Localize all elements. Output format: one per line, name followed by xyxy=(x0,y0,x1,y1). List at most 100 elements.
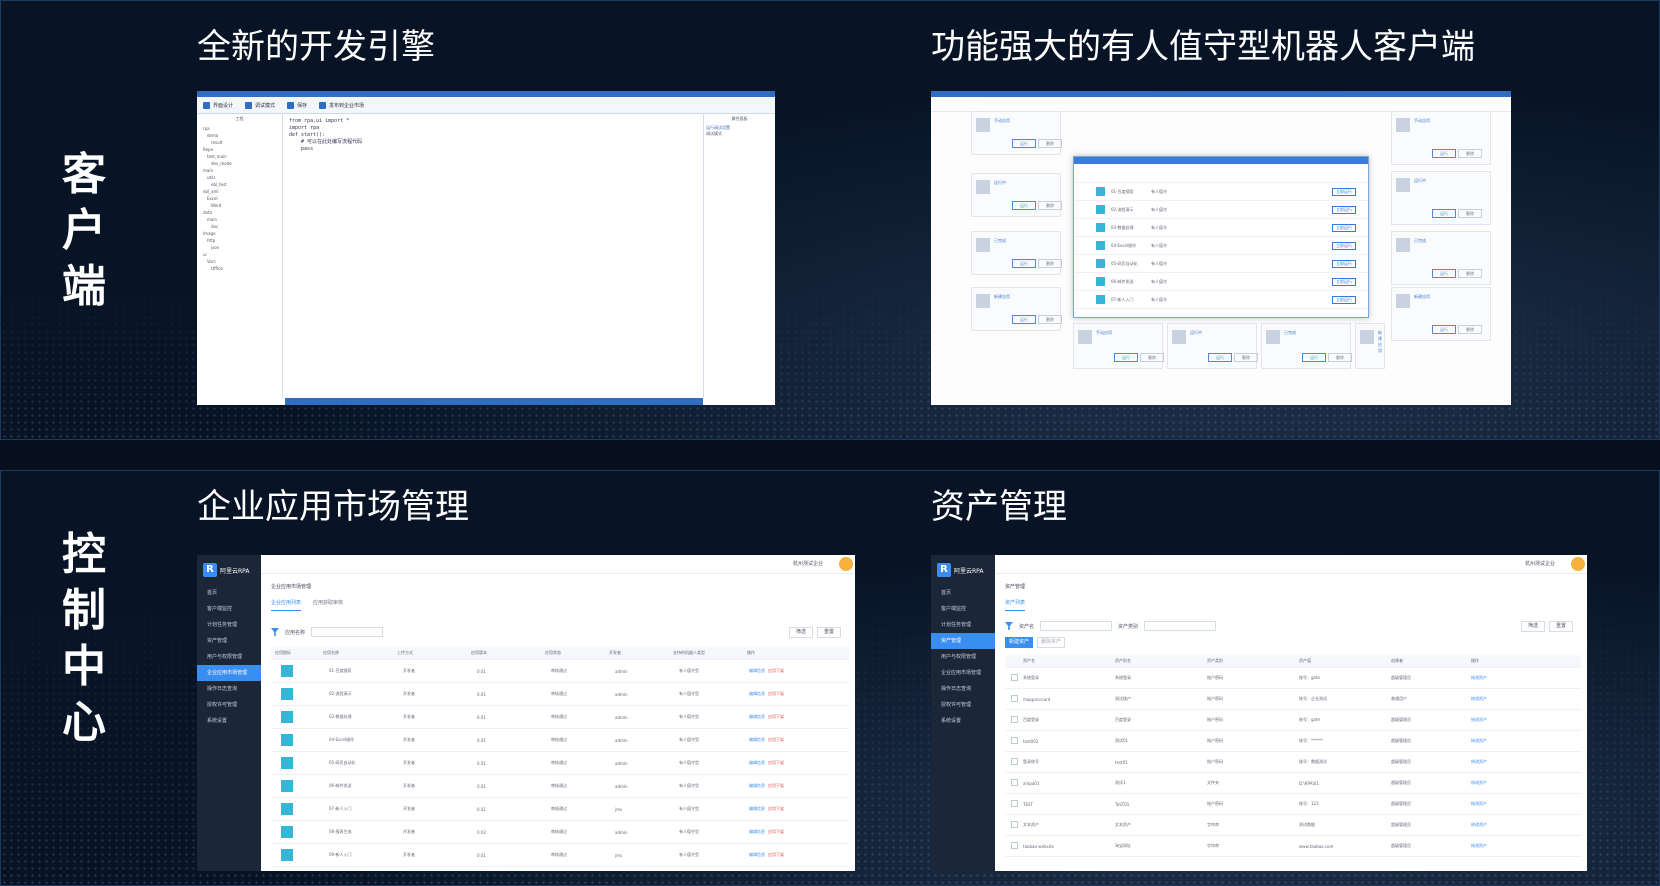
edit-asset-link[interactable]: 修改资产 xyxy=(1471,696,1531,702)
search-button[interactable]: 筛选 xyxy=(789,627,813,638)
sidebar-item[interactable]: 首页 xyxy=(197,585,261,601)
sidebar-item[interactable]: 操作日志查询 xyxy=(197,681,261,697)
card-run-button[interactable]: 运行 xyxy=(1432,269,1456,278)
card-run-button[interactable]: 运行 xyxy=(1012,201,1036,210)
robot-app-card[interactable]: 运行中 运行 删除 xyxy=(1391,171,1491,225)
edit-info-link[interactable]: 编辑信息 xyxy=(749,737,765,742)
robot-app-card[interactable]: 已完成 运行 删除 xyxy=(1391,231,1491,285)
card-delete-button[interactable]: 删除 xyxy=(1038,259,1062,268)
app-name-input[interactable] xyxy=(311,627,384,637)
edit-asset-link[interactable]: 修改资产 xyxy=(1471,780,1531,786)
tree-item[interactable]: result xyxy=(199,139,280,146)
edit-asset-link[interactable]: 修改资产 xyxy=(1471,843,1531,849)
sidebar-item[interactable]: 授权许可管理 xyxy=(197,697,261,713)
card-run-button[interactable]: 运行 xyxy=(1012,139,1036,148)
asset-type-input[interactable] xyxy=(1144,621,1217,631)
row-checkbox[interactable] xyxy=(1005,842,1023,850)
sidebar-item[interactable]: 操作日志查询 xyxy=(931,681,995,697)
run-now-button[interactable]: 立即运行 xyxy=(1332,205,1356,214)
row-checkbox[interactable] xyxy=(1005,758,1023,766)
card-run-button[interactable]: 运行 xyxy=(1114,353,1138,362)
sidebar-item[interactable]: 系统设置 xyxy=(931,713,995,729)
delist-link[interactable]: 应用下架 xyxy=(768,829,784,834)
tree-item[interactable]: main xyxy=(199,216,280,223)
row-checkbox[interactable] xyxy=(1005,800,1023,808)
robot-app-card[interactable]: 新建应用 运行 删除 xyxy=(1391,287,1491,341)
card-run-button[interactable]: 运行 xyxy=(1432,325,1456,334)
sidebar-item[interactable]: 客户端监控 xyxy=(931,601,995,617)
run-now-button[interactable]: 立即运行 xyxy=(1332,259,1356,268)
run-now-button[interactable]: 立即运行 xyxy=(1332,277,1356,286)
sidebar-item[interactable]: 授权许可管理 xyxy=(931,697,995,713)
delist-link[interactable]: 应用下架 xyxy=(768,760,784,765)
reset-button[interactable]: 重置 xyxy=(817,627,841,638)
row-checkbox[interactable] xyxy=(1005,695,1023,703)
tree-item[interactable]: main xyxy=(199,167,280,174)
edit-info-link[interactable]: 编辑信息 xyxy=(749,806,765,811)
sidebar-item[interactable]: 资产管理 xyxy=(197,633,261,649)
run-now-button[interactable]: 立即运行 xyxy=(1332,295,1356,304)
new-asset-button[interactable]: 新建资产 xyxy=(1005,637,1033,648)
delist-link[interactable]: 应用下架 xyxy=(768,668,784,673)
robot-app-card[interactable]: 已完成 运行 删除 xyxy=(971,231,1062,275)
robot-app-card[interactable]: 运行中 运行 删除 xyxy=(971,173,1062,217)
run-now-button[interactable]: 立即运行 xyxy=(1332,223,1356,232)
tab-asset-list[interactable]: 资产列表 xyxy=(1005,599,1026,611)
tree-item[interactable]: Office xyxy=(199,265,280,272)
tree-item[interactable]: Vars xyxy=(199,258,280,265)
edit-asset-link[interactable]: 修改资产 xyxy=(1471,717,1531,723)
tree-item[interactable]: utils xyxy=(199,174,280,181)
card-run-button[interactable]: 运行 xyxy=(1302,353,1326,362)
robot-app-card[interactable]: 手动应用 运行 删除 xyxy=(1073,323,1164,369)
sidebar-item[interactable]: 企业应用市场管理 xyxy=(197,665,261,681)
edit-info-link[interactable]: 编辑信息 xyxy=(749,714,765,719)
card-run-button[interactable]: 运行 xyxy=(1432,209,1456,218)
search-button[interactable]: 筛选 xyxy=(1521,621,1545,632)
card-run-button[interactable]: 运行 xyxy=(1432,149,1456,158)
robot-app-card[interactable]: 手动应用 运行 删除 xyxy=(971,111,1062,155)
tree-item[interactable]: test_main xyxy=(199,153,280,160)
card-run-button[interactable]: 运行 xyxy=(1012,315,1036,324)
card-delete-button[interactable]: 删除 xyxy=(1038,201,1062,210)
card-run-button[interactable]: 运行 xyxy=(1208,353,1232,362)
run-now-button[interactable]: 立即运行 xyxy=(1332,187,1356,196)
sidebar-item[interactable]: 企业应用市场管理 xyxy=(931,665,995,681)
edit-asset-link[interactable]: 修改资产 xyxy=(1471,759,1531,765)
tree-item[interactable]: ebl_test xyxy=(199,181,280,188)
tree-item[interactable]: demo xyxy=(199,132,280,139)
ide-tool-design[interactable]: 界面设计 xyxy=(203,101,233,109)
tree-item[interactable]: json xyxy=(199,244,280,251)
sidebar-item[interactable]: 计划任务管理 xyxy=(197,617,261,633)
edit-asset-link[interactable]: 修改资产 xyxy=(1471,738,1531,744)
row-checkbox[interactable] xyxy=(1005,737,1023,745)
org-name[interactable]: 杭州测试企业 xyxy=(1525,560,1555,567)
org-name[interactable]: 杭州测试企业 xyxy=(793,560,823,567)
sidebar-item[interactable]: 资产管理 xyxy=(931,633,995,649)
card-delete-button[interactable]: 删除 xyxy=(1458,325,1482,334)
card-delete-button[interactable]: 删除 xyxy=(1328,353,1352,362)
edit-info-link[interactable]: 编辑信息 xyxy=(749,783,765,788)
sidebar-item[interactable]: 首页 xyxy=(931,585,995,601)
row-checkbox[interactable] xyxy=(1005,821,1023,829)
tree-item[interactable]: Image xyxy=(199,230,280,237)
card-run-button[interactable]: 运行 xyxy=(1012,259,1036,268)
card-delete-button[interactable]: 删除 xyxy=(1038,315,1062,324)
delete-asset-button[interactable]: 删除资产 xyxy=(1037,637,1065,648)
sidebar-item[interactable]: 用户与权限管理 xyxy=(197,649,261,665)
edit-asset-link[interactable]: 修改资产 xyxy=(1471,675,1531,681)
tree-item[interactable]: dev_mode xyxy=(199,160,280,167)
delist-link[interactable]: 应用下架 xyxy=(768,737,784,742)
robot-app-card[interactable]: 新建应用 xyxy=(1355,323,1385,369)
tree-item[interactable]: ebl_xml xyxy=(199,188,280,195)
asset-name-input[interactable] xyxy=(1040,621,1113,631)
user-avatar[interactable] xyxy=(839,557,853,571)
edit-info-link[interactable]: 编辑信息 xyxy=(749,852,765,857)
sidebar-item[interactable]: 用户与权限管理 xyxy=(931,649,995,665)
delist-link[interactable]: 应用下架 xyxy=(768,806,784,811)
reset-button[interactable]: 重置 xyxy=(1549,621,1573,632)
robot-app-card[interactable]: 已完成 运行 删除 xyxy=(1261,323,1352,369)
card-delete-button[interactable]: 删除 xyxy=(1038,139,1062,148)
delist-link[interactable]: 应用下架 xyxy=(768,691,784,696)
tree-item[interactable]: Word xyxy=(199,202,280,209)
edit-info-link[interactable]: 编辑信息 xyxy=(749,760,765,765)
